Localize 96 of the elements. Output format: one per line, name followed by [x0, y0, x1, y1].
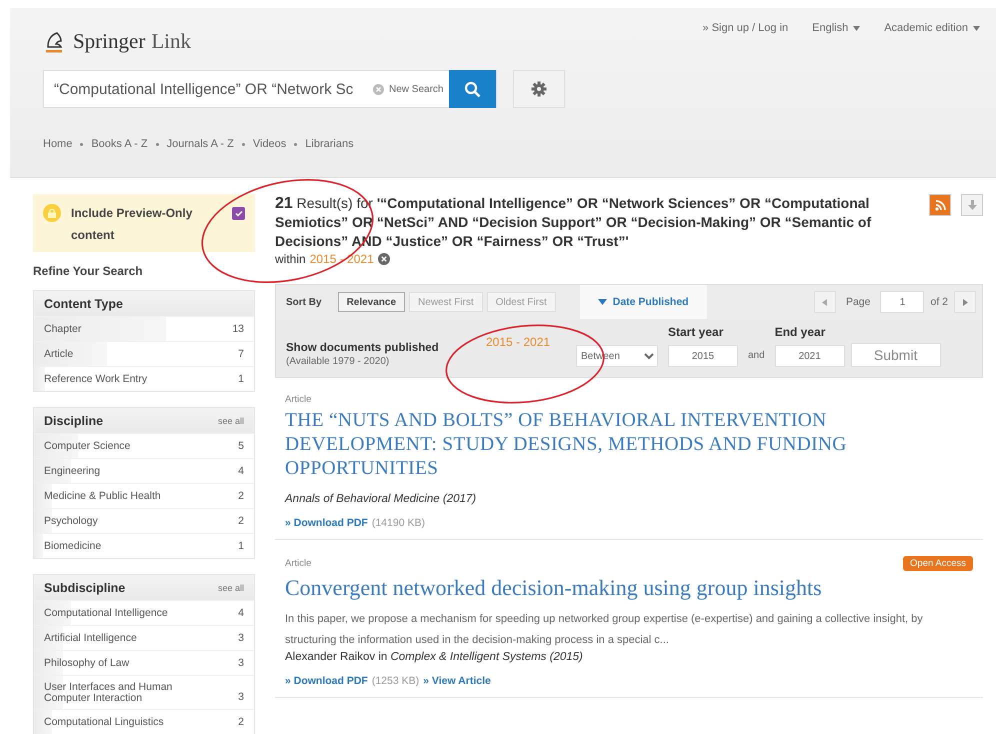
- result-title-link[interactable]: Convergent networked decision-making using group insights: [285, 575, 973, 601]
- result-snippet: In this paper, we propose a mechanism for speeding up networked group expertise (e-expertise) and gaining a collective insight, by structuring the information used in the decision-making process in a special c...: [285, 612, 924, 648]
- facet-count: 2: [238, 716, 244, 730]
- search-button[interactable]: [449, 70, 496, 108]
- result-source: Annals of Behavioral Medicine (2017): [285, 493, 478, 505]
- facet-count: 1: [238, 373, 244, 387]
- facet-item[interactable]: Engineering: [44, 466, 100, 476]
- file-size: (14190 KB): [372, 517, 425, 529]
- separator-dot-icon: [294, 142, 298, 146]
- facet-item[interactable]: Medicine & Public Health: [44, 490, 161, 502]
- facet-item[interactable]: Biomedicine: [44, 540, 102, 552]
- facet-item[interactable]: Reference Work Entry: [44, 374, 148, 384]
- separator-dot-icon: [80, 142, 84, 146]
- download-pdf-link[interactable]: » Download PDF: [285, 675, 368, 687]
- date-filter-title: Show documents published: [286, 342, 440, 354]
- view-article-link[interactable]: » View Article: [423, 675, 491, 687]
- page-field[interactable]: 1: [880, 291, 924, 313]
- available-range: (Available 1979 - 2020): [286, 356, 390, 367]
- result-title-link[interactable]: THE “NUTS AND BOLTS” OF BEHAVIORAL INTERVENTION DEVELOPMENT: STUDY DESIGNS, METHODS AND FUNDING OPPORTUNITIES: [285, 409, 973, 481]
- clear-icon: [373, 84, 384, 94]
- gear-icon: [531, 81, 547, 97]
- see-all-link[interactable]: see all: [218, 582, 244, 592]
- facet-count: 4: [238, 465, 244, 479]
- facet-item[interactable]: User Interfaces and Human Computer Interaction: [44, 682, 204, 704]
- remove-filter-icon[interactable]: [378, 253, 390, 265]
- preview-checkbox[interactable]: [232, 207, 245, 220]
- right-triangle-icon: [962, 298, 968, 306]
- submit-button[interactable]: Submit: [850, 343, 941, 367]
- end-year-field[interactable]: 2021: [774, 345, 845, 367]
- within-label: within: [275, 252, 306, 266]
- selected-range: 2015 - 2021: [486, 335, 552, 349]
- page-label: Page: [846, 296, 870, 308]
- open-access-badge: Open Access: [903, 556, 973, 571]
- end-year-label: End year: [774, 325, 826, 339]
- facet-count: 2: [238, 490, 244, 504]
- rss-button[interactable]: [929, 194, 951, 216]
- new-search-button[interactable]: New Search: [373, 84, 450, 94]
- start-year-label: Start year: [668, 325, 724, 339]
- facet-count: 13: [232, 323, 244, 337]
- facet-title: Content Type: [44, 296, 123, 310]
- result-source: Alexander Raikov in Complex & Intelligent Systems (2015): [285, 651, 584, 663]
- triangle-icon: [598, 299, 607, 305]
- facet-item[interactable]: Computational Intelligence: [44, 608, 168, 618]
- left-triangle-icon: [822, 298, 828, 306]
- sort-by-label: Sort By: [286, 296, 322, 308]
- nav-link[interactable]: Home: [43, 138, 72, 150]
- nav-link[interactable]: Books A - Z: [91, 138, 148, 150]
- facet-title: Subdiscipline: [44, 580, 126, 594]
- sign-up-login-link[interactable]: » Sign up / Log in: [702, 22, 788, 34]
- facet-count: 3: [238, 632, 244, 646]
- caret-icon: [973, 26, 980, 30]
- nav-link[interactable]: Librarians: [305, 138, 354, 150]
- file-size: (1253 KB): [372, 675, 420, 687]
- language-dropdown[interactable]: English: [812, 22, 860, 34]
- caret-icon: [853, 26, 860, 30]
- facet-count: 4: [238, 607, 244, 621]
- springerlink-logo[interactable]: Springer Link: [43, 28, 191, 54]
- facet-count: 5: [238, 440, 244, 454]
- see-all-link[interactable]: see all: [218, 416, 244, 426]
- settings-button[interactable]: [513, 70, 565, 108]
- facet-item[interactable]: Chapter: [44, 324, 82, 334]
- facet-count: 7: [238, 348, 244, 362]
- edition-dropdown[interactable]: Academic edition: [884, 22, 980, 34]
- refine-heading: Refine Your Search: [33, 264, 144, 278]
- start-year-field[interactable]: 2015: [668, 345, 738, 367]
- padlock-icon: [48, 208, 56, 218]
- facet-item[interactable]: Article: [44, 348, 74, 360]
- next-page-button[interactable]: [954, 291, 976, 313]
- separator-dot-icon: [156, 142, 159, 146]
- facet-count: 1: [238, 540, 244, 554]
- separator-dot-icon: [242, 142, 245, 146]
- facet-count: 2: [238, 515, 244, 529]
- download-pdf-link[interactable]: » Download PDF: [285, 517, 368, 529]
- rss-icon: [934, 200, 946, 210]
- facet-item[interactable]: Philosophy of Law: [44, 658, 130, 668]
- facet-item[interactable]: Artificial Intelligence: [44, 632, 137, 644]
- facet-count: 3: [238, 691, 244, 705]
- preview-filter-label: Include Preview-Only content: [71, 205, 194, 244]
- facet-item[interactable]: Computer Science: [44, 440, 130, 452]
- content-type: Article: [285, 558, 312, 569]
- down-arrow-icon: [968, 200, 976, 210]
- search-icon: [464, 80, 482, 98]
- page-count: of 2: [930, 296, 948, 308]
- facet-title: Discipline: [44, 414, 104, 428]
- nav-link[interactable]: Videos: [252, 138, 286, 150]
- content-type: Article: [285, 394, 312, 405]
- sort-option[interactable]: Relevance: [338, 292, 406, 312]
- facet-count: 3: [238, 657, 244, 671]
- facet-item[interactable]: Computational Linguistics: [44, 716, 164, 728]
- check-icon: [234, 210, 242, 217]
- facet-item[interactable]: Psychology: [44, 516, 98, 526]
- date-published-tab[interactable]: Date Published: [580, 285, 707, 319]
- nav-link[interactable]: Journals A - Z: [166, 138, 234, 150]
- and-label: and: [748, 350, 765, 361]
- year-range: 2015 - 2021: [310, 252, 374, 266]
- search-field[interactable]: “Computational Intelligence” OR “Network Sc New Search: [43, 70, 497, 108]
